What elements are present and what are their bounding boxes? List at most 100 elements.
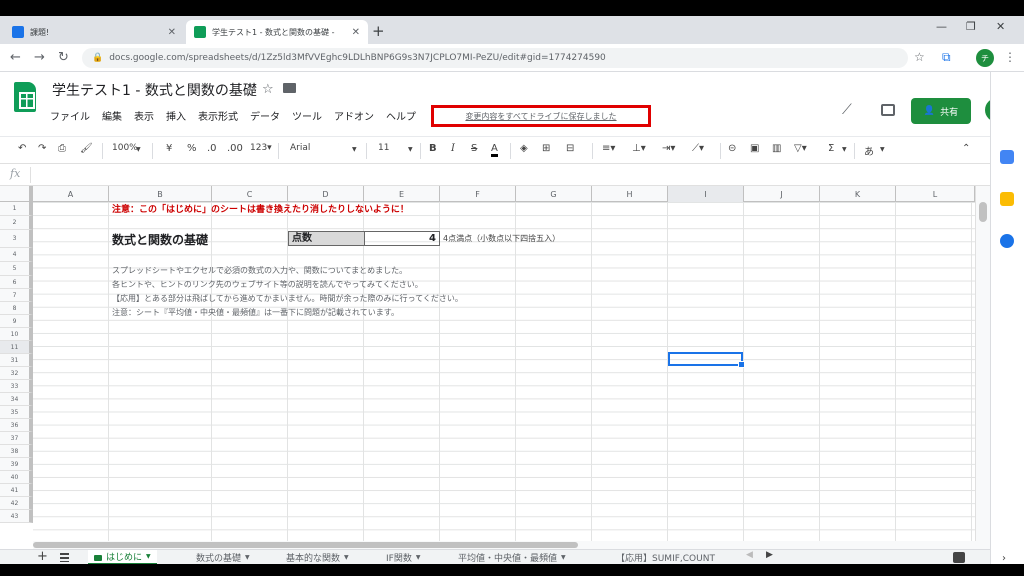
fill-color-icon[interactable]: ◈ [520, 143, 528, 154]
row-header[interactable]: 42 [0, 497, 33, 510]
column-header-j[interactable]: J [744, 186, 820, 202]
strikethrough-button[interactable]: S [471, 143, 477, 154]
row-header[interactable]: 9 [0, 315, 33, 328]
text-color-button[interactable]: A [491, 143, 498, 157]
row-header[interactable]: 5 [0, 262, 33, 276]
column-header-g[interactable]: G [516, 186, 592, 202]
vertical-scroll-thumb[interactable] [979, 202, 987, 222]
save-status-link[interactable]: 変更内容をすべてドライブに保存しました [465, 111, 616, 122]
new-tab-button[interactable]: + [372, 22, 385, 40]
close-window-button[interactable]: ✕ [996, 20, 1005, 33]
row-header[interactable]: 31 [0, 354, 33, 367]
browser-tab-sheet[interactable]: 学生テスト1 - 数式と関数の基礎 - ✕ [186, 20, 368, 44]
menu-help[interactable]: ヘルプ [386, 108, 416, 123]
input-tools-chevron-down-icon[interactable]: ▼ [880, 146, 885, 153]
collapse-toolbar-icon[interactable]: ⌃ [962, 143, 970, 154]
menu-addons[interactable]: アドオン [334, 108, 374, 123]
insert-comment-icon[interactable]: ▣ [750, 143, 759, 154]
menu-insert[interactable]: 挿入 [166, 108, 186, 123]
print-icon[interactable]: ⎙ [58, 143, 66, 154]
close-tab-icon[interactable]: ✕ [352, 27, 360, 38]
row-header[interactable]: 36 [0, 419, 33, 432]
activity-trend-icon[interactable]: ⟋ [842, 102, 852, 118]
column-header-b[interactable]: B [109, 186, 212, 202]
chevron-down-icon[interactable]: ▼ [561, 554, 566, 561]
row-header[interactable]: 6 [0, 276, 33, 289]
close-tab-icon[interactable]: ✕ [168, 27, 176, 38]
reload-button[interactable]: ↻ [58, 50, 69, 65]
row-header[interactable]: 41 [0, 484, 33, 497]
profile-avatar[interactable]: チ [976, 49, 994, 67]
share-button[interactable]: 👤 共有 [911, 98, 971, 124]
column-header-f[interactable]: F [440, 186, 516, 202]
score-label-cell[interactable]: 点数 [288, 231, 365, 246]
zoom-chevron-down-icon[interactable]: ▼ [136, 146, 141, 153]
row-header[interactable]: 35 [0, 406, 33, 419]
star-icon[interactable]: ☆ [262, 82, 274, 97]
filter-icon[interactable]: ▽▾ [794, 143, 807, 154]
insert-chart-icon[interactable]: ▥ [772, 143, 781, 154]
font-chevron-down-icon[interactable]: ▼ [352, 146, 357, 153]
chevron-down-icon[interactable]: ▼ [416, 554, 421, 561]
row-header[interactable]: 34 [0, 393, 33, 406]
row-header[interactable]: 39 [0, 458, 33, 471]
font-select[interactable]: Arial [290, 143, 310, 153]
description-line[interactable]: 【応用】とある部分は飛ばしてから進めてかまいません。時間が余った際のみに行ってく… [112, 293, 463, 304]
vertical-align-icon[interactable]: ⊥▾ [632, 143, 646, 154]
scroll-tabs-right-icon[interactable]: ▶ [766, 550, 773, 560]
sheet-heading[interactable]: 数式と関数の基礎 [112, 231, 208, 248]
expand-panel-icon[interactable]: › [1002, 553, 1006, 564]
maximize-button[interactable]: ❐ [966, 20, 976, 33]
column-header-k[interactable]: K [820, 186, 896, 202]
selected-cell-i11[interactable] [668, 352, 745, 368]
tasks-icon[interactable] [1000, 234, 1014, 248]
column-header-e[interactable]: E [364, 186, 440, 202]
column-header-c[interactable]: C [212, 186, 288, 202]
functions-button[interactable]: Σ [828, 143, 834, 154]
vertical-scrollbar[interactable] [975, 186, 990, 541]
forward-button[interactable]: → [34, 50, 45, 65]
row-header[interactable]: 37 [0, 432, 33, 445]
keep-icon[interactable] [1000, 192, 1014, 206]
bookmark-star-icon[interactable]: ☆ [914, 50, 925, 64]
column-header-i[interactable]: I [668, 186, 744, 202]
scroll-tabs-left-icon[interactable]: ◀ [746, 550, 753, 560]
menu-view[interactable]: 表示 [134, 108, 154, 123]
chevron-down-icon[interactable]: ▼ [344, 554, 349, 561]
redo-icon[interactable]: ↷ [38, 143, 46, 154]
bold-button[interactable]: B [429, 143, 437, 154]
browser-tab-assignment[interactable]: 課題! ✕ [4, 20, 184, 44]
row-header[interactable]: 10 [0, 328, 33, 341]
sheet-tab-intro[interactable]: はじめに ▼ [88, 550, 157, 564]
sheet-tab-formula-basics[interactable]: 数式の基礎 ▼ [196, 550, 250, 564]
menu-tools[interactable]: ツール [292, 108, 322, 123]
description-line[interactable]: 各ヒントや、ヒントのリンク先のウェブサイト等の説明を読んでやってみてください。 [112, 279, 423, 290]
more-formats-select[interactable]: 123▾ [250, 143, 272, 153]
sheet-tab-averages[interactable]: 平均値・中央値・最頻値 ▼ [458, 550, 566, 564]
row-header[interactable]: 7 [0, 289, 33, 302]
sheet-tab-basic-functions[interactable]: 基本的な関数 ▼ [286, 550, 349, 564]
url-field[interactable]: 🔒 docs.google.com/spreadsheets/d/1Zz5ld3… [82, 48, 908, 68]
merge-cells-icon[interactable]: ⊟ [566, 143, 574, 154]
add-sheet-button[interactable]: + [37, 550, 48, 564]
row-header[interactable]: 4 [0, 248, 33, 262]
document-title[interactable]: 学生テスト1 - 数式と関数の基礎 [52, 80, 257, 100]
percent-format-button[interactable]: % [187, 143, 197, 154]
calendar-icon[interactable] [1000, 150, 1014, 164]
row-header[interactable]: 11 [0, 341, 33, 354]
minimize-button[interactable]: — [936, 20, 947, 33]
row-header[interactable]: 8 [0, 302, 33, 315]
score-note[interactable]: 4点満点（小数点以下四捨五入） [443, 233, 560, 244]
horizontal-scroll-thumb[interactable] [33, 542, 578, 548]
row-header[interactable]: 3 [0, 230, 33, 248]
description-line[interactable]: 注意：シート『平均値・中央値・最頻値』は一番下に問題が記載されています。 [112, 307, 399, 318]
back-button[interactable]: ← [10, 50, 21, 65]
menu-format[interactable]: 表示形式 [198, 108, 238, 123]
row-header[interactable]: 40 [0, 471, 33, 484]
text-rotation-icon[interactable]: ⟋▾ [692, 143, 704, 154]
row-header[interactable]: 1 [0, 202, 33, 216]
folder-icon[interactable] [283, 83, 296, 93]
column-header-a[interactable]: A [33, 186, 109, 202]
insert-link-icon[interactable]: ⊝ [728, 143, 736, 154]
decrease-decimal-button[interactable]: .0 [207, 143, 217, 154]
